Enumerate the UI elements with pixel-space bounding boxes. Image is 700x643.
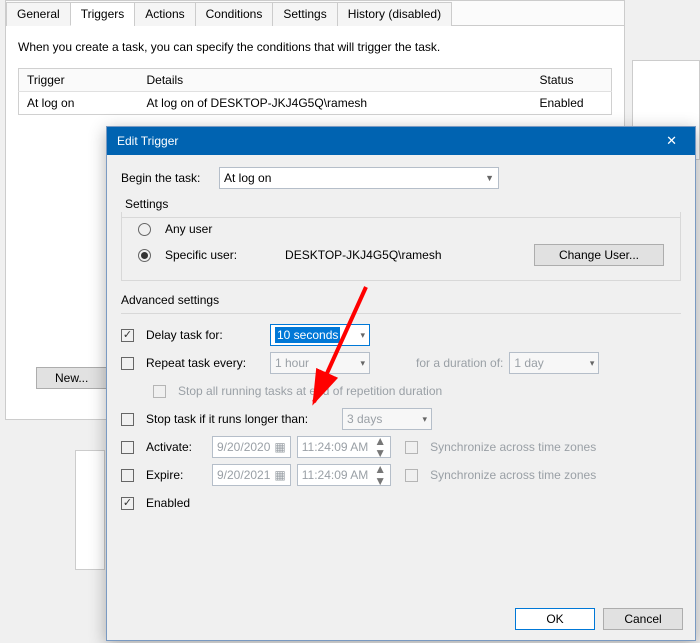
stop-if-label: Stop task if it runs longer than: — [146, 412, 336, 426]
expire-label: Expire: — [146, 468, 206, 482]
table-row[interactable]: At log on At log on of DESKTOP-JKJ4G5Q\r… — [19, 92, 612, 115]
chevron-down-icon: ▼ — [485, 173, 494, 183]
background-fragment — [75, 450, 105, 570]
calendar-icon: ▦ — [274, 468, 285, 482]
duration-label: for a duration of: — [416, 356, 503, 370]
expire-sync-label: Synchronize across time zones — [430, 468, 596, 482]
change-user-button[interactable]: Change User... — [534, 244, 664, 266]
dialog-titlebar: Edit Trigger ✕ — [107, 127, 695, 155]
stop-if-select[interactable]: 3 days ▾ — [342, 408, 432, 430]
activate-date[interactable]: 9/20/2020▦ — [212, 436, 291, 458]
delay-value: 10 seconds — [275, 327, 340, 343]
stop-if-value: 3 days — [347, 412, 382, 426]
any-user-label: Any user — [165, 222, 212, 236]
settings-group-label: Settings — [121, 197, 172, 211]
stop-all-checkbox — [153, 385, 166, 398]
triggers-table: Trigger Details Status At log on At log … — [18, 68, 612, 115]
delay-select[interactable]: 10 seconds ▾ — [270, 324, 370, 346]
cell-details: At log on of DESKTOP-JKJ4G5Q\ramesh — [139, 92, 532, 115]
activate-time[interactable]: 11:24:09 AM▲▼ — [297, 436, 391, 458]
cell-status: Enabled — [532, 92, 612, 115]
specific-user-radio[interactable] — [138, 249, 151, 262]
tab-history[interactable]: History (disabled) — [337, 2, 452, 26]
begin-task-select[interactable]: At log on ▼ — [219, 167, 499, 189]
stop-if-checkbox[interactable] — [121, 413, 134, 426]
col-details[interactable]: Details — [139, 69, 532, 92]
tab-conditions[interactable]: Conditions — [195, 2, 274, 26]
advanced-settings-label: Advanced settings — [121, 293, 681, 307]
delay-checkbox[interactable] — [121, 329, 134, 342]
begin-task-value: At log on — [224, 171, 271, 185]
duration-value: 1 day — [514, 356, 543, 370]
tab-actions[interactable]: Actions — [134, 2, 195, 26]
begin-task-label: Begin the task: — [121, 171, 211, 185]
tab-triggers[interactable]: Triggers — [70, 2, 136, 26]
expire-time[interactable]: 11:24:09 AM▲▼ — [297, 464, 391, 486]
col-trigger[interactable]: Trigger — [19, 69, 139, 92]
ok-button[interactable]: OK — [515, 608, 595, 630]
new-button[interactable]: New... — [36, 367, 107, 389]
duration-select[interactable]: 1 day ▾ — [509, 352, 599, 374]
enabled-checkbox[interactable] — [121, 497, 134, 510]
tab-settings[interactable]: Settings — [272, 2, 337, 26]
specific-user-label: Specific user: — [165, 248, 237, 262]
cell-trigger: At log on — [19, 92, 139, 115]
chevron-down-icon: ▾ — [360, 358, 365, 369]
settings-group: Any user Specific user: DESKTOP-JKJ4G5Q\… — [121, 212, 681, 281]
repeat-checkbox[interactable] — [121, 357, 134, 370]
expire-checkbox[interactable] — [121, 469, 134, 482]
activate-label: Activate: — [146, 440, 206, 454]
stop-all-label: Stop all running tasks at end of repetit… — [178, 384, 442, 398]
tab-general[interactable]: General — [6, 2, 71, 26]
calendar-icon: ▦ — [274, 440, 285, 454]
col-status[interactable]: Status — [532, 69, 612, 92]
expire-date[interactable]: 9/20/2021▦ — [212, 464, 291, 486]
repeat-label: Repeat task every: — [146, 356, 264, 370]
activate-sync-label: Synchronize across time zones — [430, 440, 596, 454]
chevron-down-icon: ▾ — [360, 330, 365, 341]
dialog-title: Edit Trigger — [117, 134, 178, 148]
repeat-value: 1 hour — [275, 356, 309, 370]
chevron-down-icon: ▾ — [422, 414, 427, 425]
edit-trigger-dialog: Edit Trigger ✕ Begin the task: At log on… — [106, 126, 696, 641]
chevron-down-icon: ▾ — [590, 358, 595, 369]
activate-sync-checkbox — [405, 441, 418, 454]
expire-sync-checkbox — [405, 469, 418, 482]
activate-checkbox[interactable] — [121, 441, 134, 454]
enabled-label: Enabled — [146, 496, 190, 510]
repeat-select[interactable]: 1 hour ▾ — [270, 352, 370, 374]
tab-bar: General Triggers Actions Conditions Sett… — [6, 1, 624, 26]
cancel-button[interactable]: Cancel — [603, 608, 683, 630]
delay-label: Delay task for: — [146, 328, 264, 342]
spinner-icon: ▲▼ — [374, 435, 386, 459]
intro-text: When you create a task, you can specify … — [18, 40, 612, 54]
any-user-radio[interactable] — [138, 223, 151, 236]
close-icon[interactable]: ✕ — [658, 133, 685, 149]
specific-user-value: DESKTOP-JKJ4G5Q\ramesh — [285, 248, 526, 262]
spinner-icon: ▲▼ — [374, 463, 386, 487]
